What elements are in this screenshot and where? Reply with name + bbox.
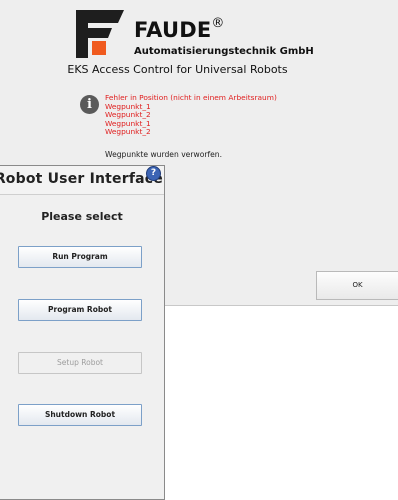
shutdown-robot-button[interactable]: Shutdown Robot [18, 404, 142, 426]
panel-titlebar: Robot User Interface [0, 166, 164, 195]
waypoint-item: Wegpunkt_2 [105, 127, 151, 136]
discard-message: Wegpunkte wurden verworfen. [105, 150, 223, 159]
error-message: Fehler in Position (nicht in einem Arbei… [105, 93, 277, 137]
please-select-label: Please select [41, 210, 123, 223]
info-icon: i [80, 95, 99, 114]
brand-name: FAUDE® [134, 16, 225, 42]
run-program-button[interactable]: Run Program [18, 246, 142, 268]
help-icon[interactable]: ? [146, 166, 161, 181]
program-robot-button[interactable]: Program Robot [18, 299, 142, 321]
robot-user-interface-panel: Robot User Interface ? Please select Run… [0, 165, 165, 500]
setup-robot-button[interactable]: Setup Robot [18, 352, 142, 374]
faude-logo-icon [76, 10, 124, 58]
brand-subtitle: Automatisierungstechnik GmbH [134, 46, 314, 57]
dialog-title: EKS Access Control for Universal Robots [67, 63, 288, 76]
registered-mark: ® [211, 16, 225, 31]
ok-button[interactable]: OK [316, 271, 398, 300]
panel-title: Robot User Interface [0, 171, 163, 187]
